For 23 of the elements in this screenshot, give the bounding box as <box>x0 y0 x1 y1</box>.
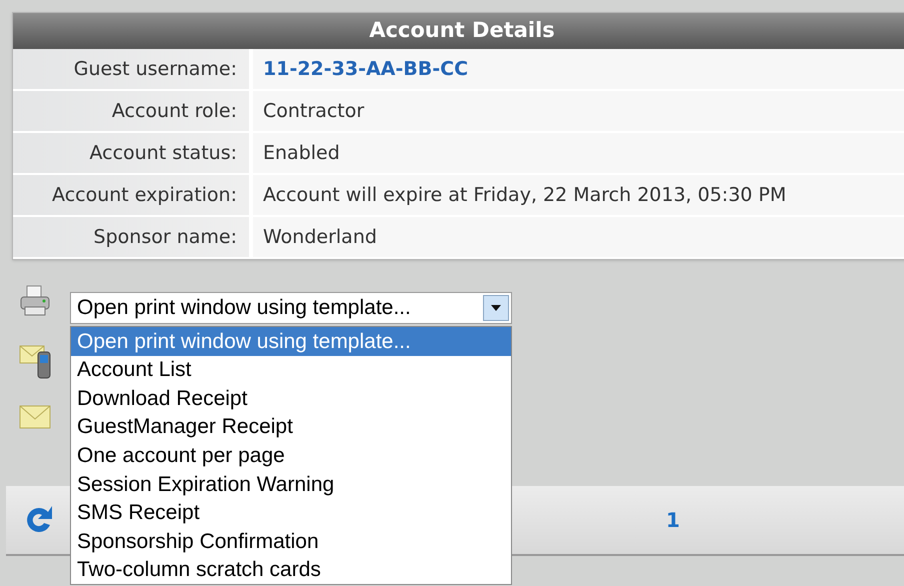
field-label: Guest username: <box>13 49 253 89</box>
field-label: Sponsor name: <box>13 217 253 257</box>
template-option[interactable]: Open print window using template... <box>71 327 511 356</box>
printer-icon[interactable] <box>18 284 52 318</box>
field-value: Account will expire at Friday, 22 March 2013, 05:30 PM <box>262 182 786 208</box>
field-label: Account status: <box>13 133 253 173</box>
template-option[interactable]: Two-column scratch cards <box>71 556 511 584</box>
template-option[interactable]: One account per page <box>71 441 511 470</box>
template-select[interactable]: Open print window using template... <box>70 292 512 324</box>
panel-title: Account Details <box>13 13 904 49</box>
field-value: Enabled <box>262 140 340 166</box>
template-option[interactable]: Session Expiration Warning <box>71 470 511 499</box>
template-option[interactable]: GuestManager Receipt <box>71 412 511 442</box>
field-label: Account role: <box>13 91 253 131</box>
template-option[interactable]: Download Receipt <box>71 384 511 413</box>
field-value: Wonderland <box>262 224 377 250</box>
username-link[interactable]: 11-22-33-AA-BB-CC <box>253 49 468 89</box>
template-option[interactable]: Sponsorship Confirmation <box>71 527 511 556</box>
template-option[interactable]: SMS Receipt <box>71 498 511 528</box>
field-value: Contractor <box>262 98 364 124</box>
field-label: Account expiration: <box>13 175 253 215</box>
page-number[interactable]: 1 <box>666 505 680 535</box>
template-option[interactable]: Account List <box>71 356 511 384</box>
